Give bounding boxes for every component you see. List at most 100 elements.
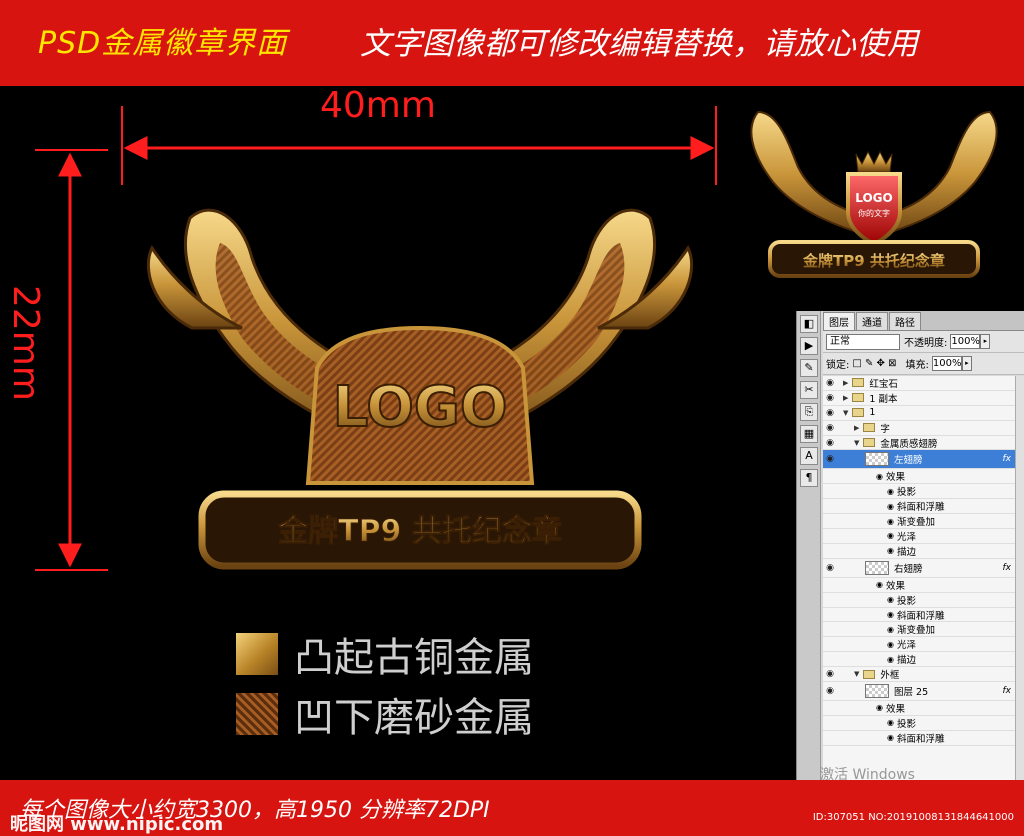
brush-icon[interactable]: ✎ [800,359,818,377]
eye-icon[interactable]: ◉ [823,686,837,696]
effect-eye-icon[interactable]: ◉ [876,580,883,589]
layer-name: 斜面和浮雕 [896,733,945,745]
blend-mode-select[interactable]: 正常 [826,333,900,350]
eye-icon[interactable]: ◉ [823,563,837,573]
collapse-triangle-icon[interactable]: ▼ [854,670,859,678]
effect-row[interactable]: ◉ 描边 [823,652,1024,668]
character-icon[interactable]: A [800,447,818,465]
legend-item-raised: 凸起古铜金属 [236,625,534,683]
effect-row[interactable]: ◉ 效果 [823,578,1024,593]
layer-row[interactable]: ◉ 图层 25 fx [823,682,1024,702]
shield-subtext: 你的文字 [858,208,890,218]
effect-row[interactable]: ◉ 效果 [823,469,1024,485]
layer-name: 光泽 [896,640,916,652]
effect-eye-icon[interactable]: ◉ [887,595,894,604]
legend-label: 凹下磨砂金属 [294,695,534,741]
fx-icon[interactable]: fx [1003,686,1012,696]
opacity-input[interactable]: 100% [950,334,981,349]
tab-layers[interactable]: 图层 [823,312,855,330]
effect-eye-icon[interactable]: ◉ [887,531,894,540]
fill-arrow-button[interactable]: ▸ [961,356,972,371]
effect-row[interactable]: ◉ 效果 [823,701,1024,716]
effect-eye-icon[interactable]: ◉ [876,703,883,712]
eye-icon[interactable]: ◉ [823,408,837,418]
layer-row[interactable]: ◉ 左翅膀 fx [823,450,1024,470]
layer-name: 效果 [885,703,905,715]
effect-eye-icon[interactable]: ◉ [887,517,894,526]
effect-row[interactable]: ◉ 斜面和浮雕 [823,731,1024,746]
effect-eye-icon[interactable]: ◉ [887,625,894,634]
fill-input[interactable]: 100% [931,356,962,371]
layer-row[interactable]: ◉ 右翅膀 fx [823,559,1024,578]
tab-paths[interactable]: 路径 [889,312,921,330]
eye-icon[interactable]: ◉ [823,423,837,433]
layer-name: 字 [880,423,890,435]
collapse-triangle-icon[interactable]: ▼ [854,439,859,447]
actions-icon[interactable]: ▶ [800,337,818,355]
effect-row[interactable]: ◉ 渐变叠加 [823,514,1024,530]
layer-name: 斜面和浮雕 [896,502,945,514]
smooth-metal-swatch [236,633,278,675]
layer-group-row[interactable]: ◉ ▼ 外框 [823,667,1024,683]
panel-toolstrip: ◧ ▶ ✎ ✂ ⎘ ▦ A ¶ [797,311,821,780]
layer-name: 渐变叠加 [896,625,935,637]
tool-presets-icon[interactable]: ✂ [800,381,818,399]
effect-row[interactable]: ◉ 描边 [823,544,1024,559]
tab-channels[interactable]: 通道 [856,312,888,330]
layers-list: ◉ ▶ 红宝石 ◉ ▶ 1 副本 ◉ ▼ 1 ◉ ▶ 字 ◉ ▼ 金属质感翅膀 ◉ 左翅膀 fx ◉ 效果 ◉ 投影 ◉ 斜面… [823,376,1024,780]
effect-row[interactable]: ◉ 投影 [823,593,1024,608]
effect-eye-icon[interactable]: ◉ [887,733,894,742]
eye-icon[interactable]: ◉ [823,393,837,403]
effect-eye-icon[interactable]: ◉ [876,472,883,481]
effect-row[interactable]: ◉ 渐变叠加 [823,622,1024,638]
folder-icon [852,393,865,403]
effect-eye-icon[interactable]: ◉ [887,718,894,727]
expand-triangle-icon[interactable]: ▶ [854,424,859,432]
effect-eye-icon[interactable]: ◉ [887,502,894,511]
layers-scrollbar[interactable] [1015,376,1024,780]
layer-thumbnail [865,684,889,699]
opacity-arrow-button[interactable]: ▸ [980,334,991,349]
layer-group-row[interactable]: ◉ ▼ 金属质感翅膀 [823,436,1024,451]
layer-name: 投影 [896,595,916,607]
effect-row[interactable]: ◉ 光泽 [823,637,1024,653]
eye-icon[interactable]: ◉ [823,669,837,679]
history-icon[interactable]: ◧ [800,315,818,333]
fx-icon[interactable]: fx [1003,563,1012,573]
effect-row[interactable]: ◉ 斜面和浮雕 [823,499,1024,515]
layer-group-row[interactable]: ◉ ▶ 1 副本 [823,391,1024,406]
height-label: 22mm [5,285,46,401]
lock-icons[interactable]: □ ✎ ✥ ⊠ [852,358,896,369]
effect-eye-icon[interactable]: ◉ [887,487,894,496]
layer-group-row[interactable]: ◉ ▼ 1 [823,406,1024,421]
layer-group-row[interactable]: ◉ ▶ 字 [823,421,1024,436]
clone-source-icon[interactable]: ⎘ [800,403,818,421]
effect-row[interactable]: ◉ 斜面和浮雕 [823,608,1024,623]
effect-row[interactable]: ◉ 投影 [823,484,1024,500]
effect-eye-icon[interactable]: ◉ [887,610,894,619]
layer-group-row[interactable]: ◉ ▶ 红宝石 [823,376,1024,391]
effect-row[interactable]: ◉ 光泽 [823,529,1024,544]
collapse-triangle-icon[interactable]: ▼ [843,409,848,417]
fx-icon[interactable]: fx [1003,454,1012,464]
eye-icon[interactable]: ◉ [823,378,837,388]
badge-banner-text: 金牌TP9 共托纪念章 [277,514,562,549]
expand-triangle-icon[interactable]: ▶ [843,394,848,402]
eye-icon[interactable]: ◉ [823,454,837,464]
expand-triangle-icon[interactable]: ▶ [843,379,848,387]
effect-eye-icon[interactable]: ◉ [887,640,894,649]
width-label: 40mm [320,85,436,126]
eye-icon[interactable]: ◉ [823,438,837,448]
badge-logo-text: LOGO [333,375,508,440]
effect-row[interactable]: ◉ 投影 [823,716,1024,731]
swatches-icon[interactable]: ▦ [800,425,818,443]
layer-name: 1 [869,407,876,419]
paragraph-icon[interactable]: ¶ [800,469,818,487]
folder-icon [852,408,865,418]
effect-eye-icon[interactable]: ◉ [887,546,894,555]
effect-eye-icon[interactable]: ◉ [887,655,894,664]
lock-label: 锁定: [826,360,850,371]
layer-name: 红宝石 [869,378,898,390]
shield-logo-text: LOGO [855,191,892,205]
legend-item-sunken: 凹下磨砂金属 [236,685,534,743]
